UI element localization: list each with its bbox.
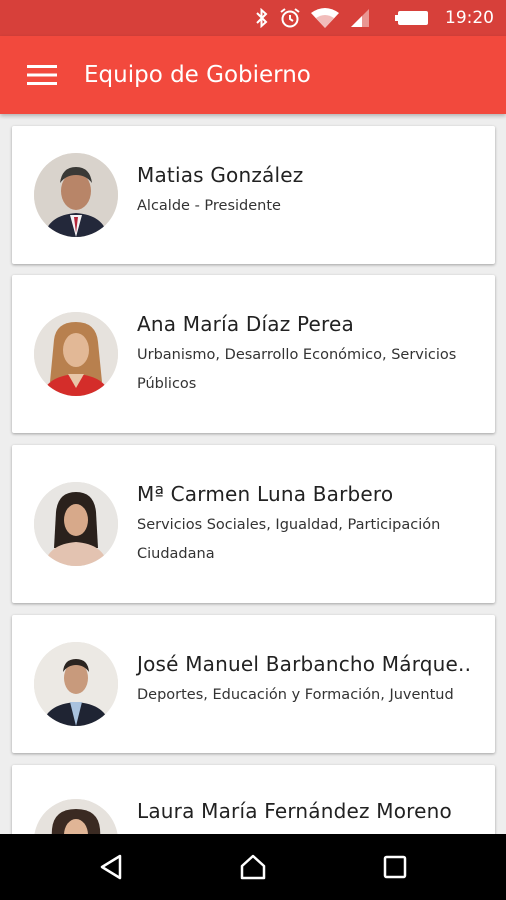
bluetooth-icon (255, 8, 269, 28)
member-role: Deportes, Educación y Formación, Juventu… (137, 687, 454, 703)
avatar (34, 153, 118, 237)
member-card[interactable]: Ana María Díaz Perea Urbanismo, Desarrol… (12, 275, 495, 433)
member-name: José Manuel Barbancho Márque.. (137, 652, 472, 676)
avatar (34, 482, 118, 566)
status-bar: 19:20 (0, 0, 506, 36)
wifi-icon (311, 7, 339, 29)
avatar (34, 312, 118, 396)
back-icon (100, 854, 122, 880)
member-role: Urbanismo, Desarrollo Económico, Servici… (137, 347, 457, 392)
alarm-icon (279, 7, 301, 29)
member-card[interactable]: José Manuel Barbancho Márque.. Deportes,… (12, 615, 495, 753)
signal-icon (349, 7, 371, 29)
member-name: Matias González (137, 163, 304, 187)
member-card[interactable]: Mª Carmen Luna Barbero Servicios Sociale… (12, 445, 495, 603)
member-name: Mª Carmen Luna Barbero (137, 482, 394, 506)
member-role: Servicios Sociales, Igualdad, Participac… (137, 517, 441, 562)
recents-icon (383, 855, 407, 879)
menu-button[interactable] (0, 36, 84, 114)
home-icon (240, 854, 266, 880)
page-title: Equipo de Gobierno (84, 62, 311, 88)
hamburger-menu-icon (27, 65, 57, 85)
member-list: Matias González Alcalde - Presidente Ana… (0, 114, 506, 834)
recents-button[interactable] (365, 837, 425, 897)
member-role: Alcalde - Presidente (137, 198, 281, 214)
avatar (34, 799, 118, 834)
avatar (34, 642, 118, 726)
back-button[interactable] (81, 837, 141, 897)
app-bar: Equipo de Gobierno (0, 36, 506, 114)
member-card[interactable]: Laura María Fernández Moreno (12, 765, 495, 834)
status-time: 19:20 (445, 8, 494, 28)
battery-icon (395, 9, 429, 27)
home-button[interactable] (223, 837, 283, 897)
member-card[interactable]: Matias González Alcalde - Presidente (12, 126, 495, 264)
member-name: Ana María Díaz Perea (137, 312, 354, 336)
member-name: Laura María Fernández Moreno (137, 799, 452, 823)
system-nav-bar (0, 834, 506, 900)
